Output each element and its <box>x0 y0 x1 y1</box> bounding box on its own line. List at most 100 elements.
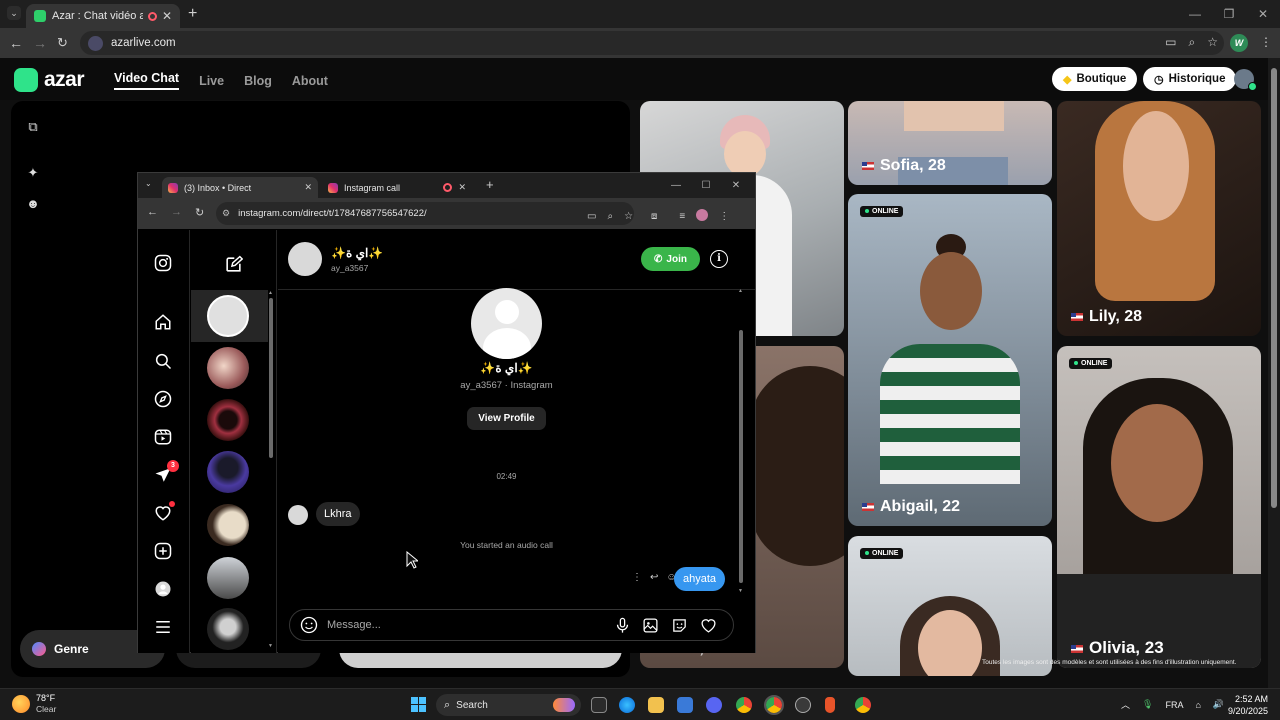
site-settings-icon[interactable]: ⚙ <box>222 208 230 219</box>
profile-icon[interactable] <box>153 579 173 599</box>
extensions-icon[interactable]: ⧈ <box>651 211 657 222</box>
maximize-button[interactable]: ☐ <box>691 173 721 198</box>
face-filter-icon[interactable]: ☻ <box>26 196 40 211</box>
chrome-profile-icon[interactable] <box>855 697 871 713</box>
volume-icon[interactable]: 🔊 <box>1213 699 1224 710</box>
notifications-heart-icon[interactable] <box>153 501 175 523</box>
nav-video-chat[interactable]: Video Chat <box>114 71 180 90</box>
store-icon[interactable] <box>677 697 693 713</box>
reply-icon[interactable]: ↩ <box>650 572 658 583</box>
clock[interactable]: 2:52 AM 9/20/2025 <box>1228 693 1268 717</box>
boutique-button[interactable]: ◆ Boutique <box>1052 67 1138 91</box>
card-abigail[interactable]: ONLINE Abigail, 22 <box>848 194 1052 526</box>
thread-avatar[interactable] <box>207 451 249 493</box>
close-tab-icon[interactable]: ✕ <box>304 182 312 193</box>
maximize-button[interactable]: ❐ <box>1212 0 1246 28</box>
media-queue-icon[interactable]: ≡ <box>679 211 685 222</box>
zoom-icon[interactable]: ⌕ <box>607 211 613 222</box>
new-message-icon[interactable] <box>224 255 243 274</box>
instagram-logo-icon[interactable] <box>153 253 173 273</box>
microphone-icon[interactable] <box>614 617 631 634</box>
back-button[interactable]: ← <box>9 35 23 51</box>
chrome-icon[interactable] <box>736 697 752 713</box>
thread-avatar[interactable] <box>207 295 249 337</box>
home-icon[interactable] <box>153 312 173 332</box>
more-menu-icon[interactable] <box>153 617 173 637</box>
contact-name[interactable]: ✨اي ة✨ <box>331 246 383 260</box>
browser-tab-azar[interactable]: Azar : Chat vidéo avec de n ✕ <box>26 4 180 28</box>
close-window-button[interactable]: ✕ <box>1246 0 1280 28</box>
chrome-active-icon[interactable] <box>764 695 784 715</box>
bookmark-star-icon[interactable]: ☆ <box>624 211 633 222</box>
bookmark-star-icon[interactable]: ☆ <box>1207 35 1218 49</box>
user-avatar[interactable] <box>1234 69 1257 91</box>
thread-avatar[interactable] <box>207 608 249 650</box>
create-icon[interactable] <box>153 541 173 561</box>
task-view-icon[interactable] <box>591 697 607 713</box>
thread-avatar[interactable] <box>207 399 249 441</box>
incoming-message[interactable]: Lkhra <box>316 502 360 526</box>
minimize-button[interactable]: — <box>661 173 691 198</box>
tray-expand-icon[interactable]: ︿ <box>1121 698 1130 711</box>
site-info-icon[interactable] <box>88 35 103 51</box>
thread-avatar[interactable] <box>207 504 249 546</box>
zoom-icon[interactable]: ⌕ <box>1189 35 1196 50</box>
menu-kebab-icon[interactable]: ⋮ <box>719 211 729 222</box>
address-bar[interactable]: azarlive.com <box>80 31 1224 55</box>
close-tab-icon[interactable]: ✕ <box>162 9 172 23</box>
explore-icon[interactable] <box>153 389 173 409</box>
card-sofia[interactable]: Sofia, 28 <box>848 101 1052 185</box>
tab-search-icon[interactable]: ⌄ <box>145 179 152 188</box>
chat-scrollbar[interactable]: ▲ ▼ <box>737 288 745 595</box>
more-options-icon[interactable]: ⋮ <box>632 572 642 583</box>
page-scrollbar[interactable] <box>1268 58 1280 688</box>
search-icon[interactable] <box>153 351 173 371</box>
card-olivia[interactable]: ONLINE Olivia, 23 <box>1057 346 1261 668</box>
reload-button[interactable]: ↻ <box>57 35 68 51</box>
card-online[interactable]: ONLINE <box>848 536 1052 676</box>
new-tab-button[interactable]: + <box>486 177 494 192</box>
windows-start-icon[interactable] <box>411 697 427 713</box>
view-profile-button[interactable]: View Profile <box>467 407 546 430</box>
mic-icon[interactable]: 🎙 <box>1142 699 1153 710</box>
discord-icon[interactable] <box>706 697 722 713</box>
weather-widget[interactable]: 78°F Clear <box>12 693 56 715</box>
network-icon[interactable]: ⌂ <box>1195 700 1200 710</box>
info-icon[interactable]: i <box>710 250 728 268</box>
app-icon[interactable] <box>795 697 811 713</box>
edge-icon[interactable] <box>619 697 635 713</box>
image-icon[interactable] <box>642 617 659 634</box>
new-tab-button[interactable]: + <box>188 5 197 23</box>
ig-tab-call[interactable]: Instagram call ✕ <box>322 177 472 198</box>
forward-button[interactable]: → <box>171 206 182 218</box>
expand-icon[interactable]: ⧉ <box>26 119 40 134</box>
reload-button[interactable]: ↻ <box>195 206 204 219</box>
close-tab-icon[interactable]: ✕ <box>458 182 466 193</box>
language-indicator[interactable]: FRA <box>1165 700 1183 710</box>
messages-icon[interactable]: 3 <box>153 460 179 485</box>
message-input[interactable]: Message... <box>327 619 381 631</box>
close-window-button[interactable]: ✕ <box>721 173 751 198</box>
profile-avatar[interactable]: W <box>1230 34 1248 52</box>
join-call-button[interactable]: ✆ Join <box>641 247 700 271</box>
nav-about[interactable]: About <box>292 74 328 88</box>
reels-icon[interactable] <box>153 427 173 447</box>
sparkle-icon[interactable]: ✦ <box>26 165 40 180</box>
file-explorer-icon[interactable] <box>648 697 664 713</box>
nav-live[interactable]: Live <box>199 74 224 88</box>
minimize-button[interactable]: — <box>1178 0 1212 28</box>
recorder-icon[interactable] <box>825 697 835 713</box>
thread-avatar[interactable] <box>207 557 249 599</box>
back-button[interactable]: ← <box>147 206 158 218</box>
contact-avatar[interactable] <box>288 242 322 276</box>
sender-avatar[interactable] <box>288 505 308 525</box>
nav-blog[interactable]: Blog <box>244 74 272 88</box>
menu-kebab-icon[interactable]: ⋮ <box>1260 35 1272 49</box>
like-heart-icon[interactable] <box>700 617 717 634</box>
thread-avatar[interactable] <box>207 347 249 389</box>
tab-search-icon[interactable]: ⌄ <box>7 6 21 20</box>
profile-avatar[interactable] <box>696 208 709 221</box>
message-composer[interactable]: Message... <box>289 609 734 641</box>
thread-list-scrollbar[interactable]: ▲ ▼ <box>268 290 274 650</box>
profile-large-avatar[interactable] <box>471 288 542 359</box>
